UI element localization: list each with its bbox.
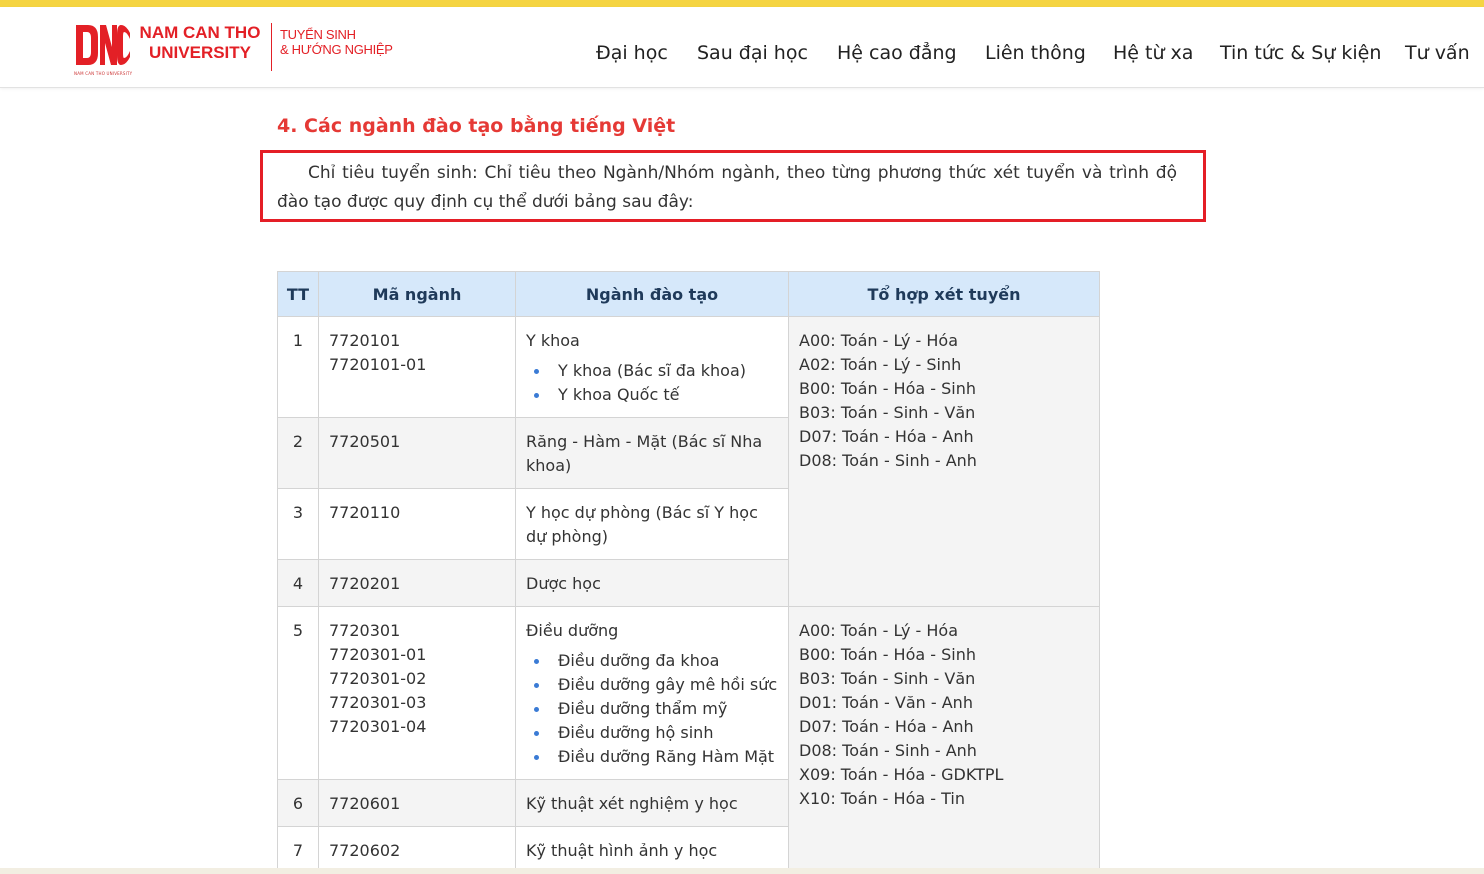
major-code: 7720301-03 bbox=[329, 693, 427, 712]
major-name: Kỹ thuật hình ảnh y học bbox=[526, 841, 718, 860]
bottom-strip bbox=[0, 868, 1484, 874]
major-code: 7720110 bbox=[329, 503, 401, 522]
combo-item: D08: Toán - Sinh - Anh bbox=[799, 741, 977, 760]
cell-codes: 7720301 7720301-01 7720301-02 7720301-03… bbox=[318, 606, 516, 780]
major-code: 7720101-01 bbox=[329, 355, 427, 374]
cell-codes: 7720602 bbox=[318, 826, 516, 874]
header-ma-nganh: Mã ngành bbox=[318, 271, 516, 317]
sub-major-list: Điều dưỡng đa khoa Điều dưỡng gây mê hồi… bbox=[526, 649, 778, 769]
site-header: NAM CAN THO UNIVERSITY NAM CAN THO UNIVE… bbox=[0, 7, 1484, 88]
cell-tt: 4 bbox=[277, 559, 319, 607]
cell-codes: 7720501 bbox=[318, 417, 516, 489]
major-code: 7720301-01 bbox=[329, 645, 427, 664]
cell-tt: 3 bbox=[277, 488, 319, 560]
cell-combos-group2: A00: Toán - Lý - Hóa B00: Toán - Hóa - S… bbox=[788, 606, 1100, 874]
combo-item: A00: Toán - Lý - Hóa bbox=[799, 331, 958, 350]
major-code: 7720601 bbox=[329, 794, 401, 813]
table-header-row: TT Mã ngành Ngành đào tạo Tổ hợp xét tuy… bbox=[277, 271, 1100, 317]
combo-item: D07: Toán - Hóa - Anh bbox=[799, 717, 974, 736]
nav-tin-tuc-su-kien[interactable]: Tin tức & Sự kiện bbox=[1220, 42, 1381, 64]
header-to-hop: Tổ hợp xét tuyển bbox=[788, 271, 1100, 317]
nav-tu-van[interactable]: Tư vấn bbox=[1405, 42, 1470, 64]
table-row: 5 7720301 7720301-01 7720301-02 7720301-… bbox=[277, 606, 1100, 874]
major-name: Y học dự phòng (Bác sĩ Y học dự phòng) bbox=[526, 503, 758, 546]
cell-tt: 1 bbox=[277, 316, 319, 418]
major-code: 7720301-02 bbox=[329, 669, 427, 688]
major-code: 7720301-04 bbox=[329, 717, 427, 736]
sub-major-item: Điều dưỡng gây mê hồi sức bbox=[534, 673, 778, 697]
cell-codes: 7720601 bbox=[318, 779, 516, 827]
combo-item: A00: Toán - Lý - Hóa bbox=[799, 621, 958, 640]
cell-major: Dược học bbox=[515, 559, 789, 607]
combo-item: D07: Toán - Hóa - Anh bbox=[799, 427, 974, 446]
sub-major-list: Y khoa (Bác sĩ đa khoa) Y khoa Quốc tế bbox=[526, 359, 778, 407]
cell-major: Kỹ thuật xét nghiệm y học bbox=[515, 779, 789, 827]
major-name: Điều dưỡng bbox=[526, 621, 619, 640]
intro-paragraph: Chỉ tiêu tuyển sinh: Chỉ tiêu theo Ngành… bbox=[277, 163, 1177, 212]
sub-major-item: Y khoa Quốc tế bbox=[534, 383, 778, 407]
combo-item: B03: Toán - Sinh - Văn bbox=[799, 669, 976, 688]
sub-major-item: Điều dưỡng hộ sinh bbox=[534, 721, 778, 745]
cell-combos-group1: A00: Toán - Lý - Hóa A02: Toán - Lý - Si… bbox=[788, 316, 1100, 607]
combo-item: B00: Toán - Hóa - Sinh bbox=[799, 645, 976, 664]
cell-major: Y học dự phòng (Bác sĩ Y học dự phòng) bbox=[515, 488, 789, 560]
sub-major-item: Điều dưỡng đa khoa bbox=[534, 649, 778, 673]
major-code: 7720201 bbox=[329, 574, 401, 593]
top-accent-bar bbox=[0, 0, 1484, 7]
cell-tt: 5 bbox=[277, 606, 319, 780]
table-row: 1 7720101 7720101-01 Y khoa Y khoa (Bác … bbox=[277, 316, 1100, 607]
combo-item: D01: Toán - Văn - Anh bbox=[799, 693, 973, 712]
major-name: Dược học bbox=[526, 574, 601, 593]
combo-item: X10: Toán - Hóa - Tin bbox=[799, 789, 965, 808]
combo-item: X09: Toán - Hóa - GDKTPL bbox=[799, 765, 1004, 784]
cell-major: Y khoa Y khoa (Bác sĩ đa khoa) Y khoa Qu… bbox=[515, 316, 789, 418]
sub-major-item: Điều dưỡng thẩm mỹ bbox=[534, 697, 778, 721]
cell-codes: 7720201 bbox=[318, 559, 516, 607]
combo-item: B03: Toán - Sinh - Văn bbox=[799, 403, 976, 422]
major-code: 7720501 bbox=[329, 432, 401, 451]
nav-sau-dai-hoc[interactable]: Sau đại học bbox=[697, 42, 808, 64]
nav-he-tu-xa[interactable]: Hệ từ xa bbox=[1113, 42, 1193, 64]
cell-tt: 7 bbox=[277, 826, 319, 874]
combo-item: D08: Toán - Sinh - Anh bbox=[799, 451, 977, 470]
header-tt: TT bbox=[277, 271, 319, 317]
section-title: 4. Các ngành đào tạo bằng tiếng Việt bbox=[277, 115, 676, 137]
cell-codes: 7720101 7720101-01 bbox=[318, 316, 516, 418]
combo-item: A02: Toán - Lý - Sinh bbox=[799, 355, 962, 374]
cell-tt: 6 bbox=[277, 779, 319, 827]
cell-codes: 7720110 bbox=[318, 488, 516, 560]
logo-tag-line1: TUYỂN SINH bbox=[280, 27, 356, 42]
logo-mark-caption: NAM CAN THO UNIVERSITY bbox=[74, 71, 133, 76]
logo-name-line1: NAM CAN THO bbox=[139, 23, 261, 42]
cell-major: Điều dưỡng Điều dưỡng đa khoa Điều dưỡng… bbox=[515, 606, 789, 780]
major-code: 7720101 bbox=[329, 331, 401, 350]
nav-lien-thong[interactable]: Liên thông bbox=[985, 42, 1086, 64]
cell-major: Kỹ thuật hình ảnh y học bbox=[515, 826, 789, 874]
major-code: 7720602 bbox=[329, 841, 401, 860]
majors-table: TT Mã ngành Ngành đào tạo Tổ hợp xét tuy… bbox=[277, 271, 1100, 874]
main-nav: Đại học Sau đại học Hệ cao đẳng Liên thô… bbox=[0, 42, 1484, 68]
major-name: Y khoa bbox=[526, 331, 580, 350]
cell-major: Răng - Hàm - Mặt (Bác sĩ Nha khoa) bbox=[515, 417, 789, 489]
header-nganh-dao-tao: Ngành đào tạo bbox=[515, 271, 789, 317]
nav-he-cao-dang[interactable]: Hệ cao đẳng bbox=[837, 42, 957, 64]
major-name: Kỹ thuật xét nghiệm y học bbox=[526, 794, 738, 813]
major-code: 7720301 bbox=[329, 621, 401, 640]
sub-major-item: Y khoa (Bác sĩ đa khoa) bbox=[534, 359, 778, 383]
sub-major-item: Điều dưỡng Răng Hàm Mặt bbox=[534, 745, 778, 769]
combo-item: B00: Toán - Hóa - Sinh bbox=[799, 379, 976, 398]
major-name: Răng - Hàm - Mặt (Bác sĩ Nha khoa) bbox=[526, 432, 763, 475]
nav-dai-hoc[interactable]: Đại học bbox=[596, 42, 668, 64]
cell-tt: 2 bbox=[277, 417, 319, 489]
